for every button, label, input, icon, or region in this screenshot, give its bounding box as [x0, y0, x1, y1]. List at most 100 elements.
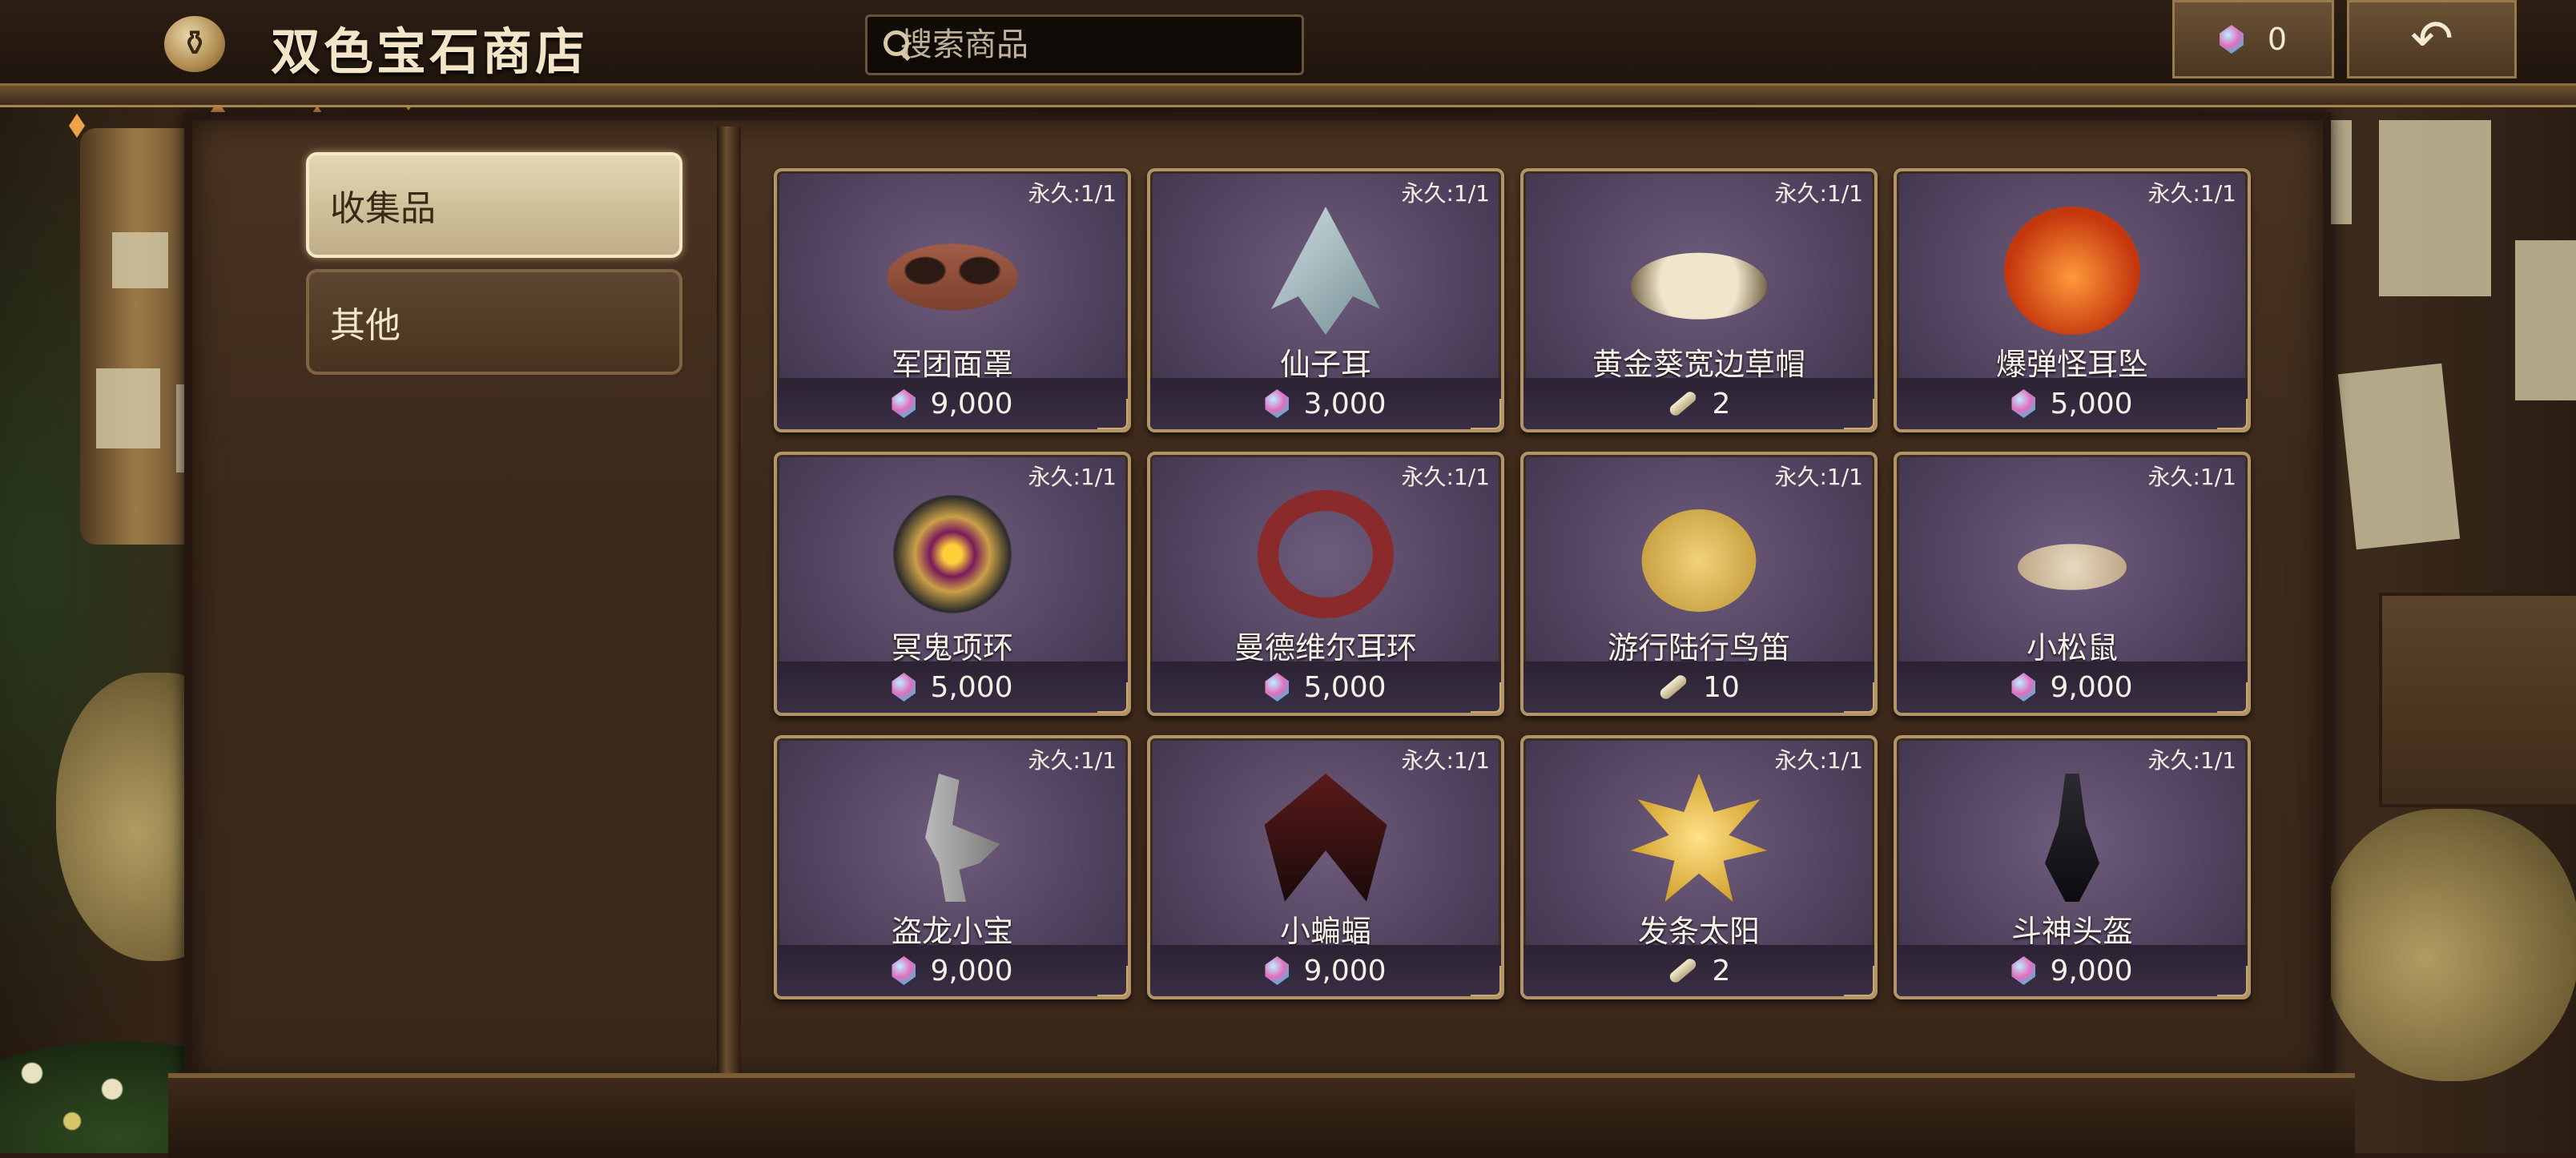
- item-name: 盗龙小宝: [891, 914, 1013, 949]
- shop-item-card[interactable]: 永久:1/1 斗神头盔 9,000: [1894, 735, 2251, 999]
- item-price: 10: [1523, 661, 1874, 713]
- item-price: 2: [1523, 945, 1874, 996]
- price-value: 2: [1712, 387, 1731, 420]
- item-grid: 永久:1/1 军团面罩 9,000 永久:1/1 仙子耳 3,000 永久:1/…: [774, 168, 2256, 1001]
- purchase-limit: 永久:1/1: [1028, 747, 1117, 774]
- purchase-limit: 永久:1/1: [1401, 180, 1491, 207]
- currency-wallet[interactable]: 0: [2172, 0, 2334, 78]
- bird-whistle-icon: [1641, 509, 1757, 612]
- mouse-icon: [2018, 544, 2127, 590]
- mask-icon: [887, 243, 1018, 311]
- gem-icon: [1265, 956, 1290, 985]
- scroll-icon: [1667, 389, 1698, 418]
- item-name: 曼德维尔耳环: [1234, 630, 1417, 665]
- collar-icon: [884, 490, 1020, 618]
- gem-icon: [2219, 25, 2244, 54]
- item-name: 冥鬼项环: [891, 630, 1013, 665]
- price-value: 5,000: [2050, 387, 2133, 420]
- tab-label: 收集品: [330, 188, 436, 229]
- gem-icon: [892, 956, 916, 985]
- gem-icon: [892, 673, 916, 702]
- item-price: 9,000: [777, 945, 1128, 996]
- bomb-earring-icon: [2004, 207, 2140, 335]
- return-arrow-icon: ↶: [2410, 10, 2453, 69]
- item-name: 小松鼠: [2026, 630, 2118, 665]
- item-name: 斗神头盔: [2010, 914, 2133, 949]
- price-value: 9,000: [2050, 954, 2133, 987]
- burlap-sack: [2323, 809, 2576, 1081]
- page-title: 双色宝石商店: [271, 22, 589, 81]
- shop-item-card[interactable]: 永久:1/1 爆弹怪耳坠 5,000: [1894, 168, 2251, 432]
- shop-item-card[interactable]: 永久:1/1 发条太阳 2: [1520, 735, 1878, 999]
- fairy-ear-icon: [1271, 207, 1380, 335]
- search-bar[interactable]: [865, 14, 1304, 75]
- scroll-icon: [1667, 956, 1698, 985]
- purchase-limit: 永久:1/1: [1774, 464, 1864, 490]
- shop-item-card[interactable]: 永久:1/1 盗龙小宝 9,000: [774, 735, 1131, 999]
- item-price: 9,000: [777, 378, 1128, 429]
- item-price: 2: [1523, 378, 1874, 429]
- item-price: 9,000: [1897, 661, 2248, 713]
- item-price: 5,000: [1150, 661, 1501, 713]
- item-name: 小蝙蝠: [1279, 914, 1371, 949]
- poster: [2515, 240, 2576, 400]
- purchase-limit: 永久:1/1: [1028, 180, 1117, 207]
- purchase-limit: 永久:1/1: [1401, 464, 1491, 490]
- purchase-limit: 永久:1/1: [2147, 747, 2237, 774]
- shop-bag-icon: ⚱: [164, 16, 225, 72]
- sun-icon: [1631, 774, 1767, 902]
- price-value: 3,000: [1303, 387, 1387, 420]
- item-price: 9,000: [1150, 945, 1501, 996]
- item-name: 发条太阳: [1637, 914, 1760, 949]
- item-name: 黄金葵宽边草帽: [1592, 347, 1805, 382]
- item-price: 5,000: [777, 661, 1128, 713]
- shop-item-card[interactable]: 永久:1/1 军团面罩 9,000: [774, 168, 1131, 432]
- shop-item-card[interactable]: 永久:1/1 小蝙蝠 9,000: [1147, 735, 1504, 999]
- gem-icon: [1265, 673, 1290, 702]
- gem-icon: [892, 389, 916, 418]
- shop-item-card[interactable]: 永久:1/1 冥鬼项环 5,000: [774, 452, 1131, 716]
- price-value: 9,000: [930, 387, 1013, 420]
- shop-item-card[interactable]: 永久:1/1 仙子耳 3,000: [1147, 168, 1504, 432]
- gem-icon: [1265, 389, 1290, 418]
- search-icon: [882, 29, 909, 61]
- item-price: 5,000: [1897, 378, 2248, 429]
- purchase-limit: 永久:1/1: [1401, 747, 1491, 774]
- gem-icon: [2011, 389, 2036, 418]
- helmet-icon: [2045, 774, 2099, 902]
- tab-collectibles[interactable]: 收集品: [306, 152, 682, 258]
- bottom-rail: [168, 1073, 2355, 1158]
- gem-icon: [2011, 673, 2036, 702]
- item-name: 爆弹怪耳坠: [1995, 347, 2148, 382]
- shop-item-card[interactable]: 永久:1/1 黄金葵宽边草帽 2: [1520, 168, 1878, 432]
- purchase-limit: 永久:1/1: [2147, 180, 2237, 207]
- search-input[interactable]: [899, 20, 1302, 70]
- bat-icon: [1264, 774, 1387, 902]
- panel-divider: [717, 127, 741, 1080]
- earring-icon: [1258, 490, 1394, 618]
- price-value: 5,000: [930, 670, 1013, 704]
- purchase-limit: 永久:1/1: [1774, 180, 1864, 207]
- raptor-icon: [925, 774, 1000, 902]
- item-name: 游行陆行鸟笛: [1607, 630, 1790, 665]
- shop-item-card[interactable]: 永久:1/1 游行陆行鸟笛 10: [1520, 452, 1878, 716]
- gem-icon: [2011, 956, 2036, 985]
- purchase-limit: 永久:1/1: [2147, 464, 2237, 490]
- poster: [2379, 120, 2491, 296]
- back-button[interactable]: ↶: [2347, 0, 2517, 78]
- price-value: 5,000: [1303, 670, 1387, 704]
- item-name: 军团面罩: [891, 347, 1013, 382]
- poster: [2337, 363, 2461, 550]
- scroll-icon: [1658, 673, 1689, 702]
- purchase-limit: 永久:1/1: [1774, 747, 1864, 774]
- item-price: 3,000: [1150, 378, 1501, 429]
- price-value: 9,000: [1303, 954, 1387, 987]
- price-value: 9,000: [2050, 670, 2133, 704]
- tab-label: 其他: [330, 305, 400, 346]
- shop-item-card[interactable]: 永久:1/1 曼德维尔耳环 5,000: [1147, 452, 1504, 716]
- shop-item-card[interactable]: 永久:1/1 小松鼠 9,000: [1894, 452, 2251, 716]
- tab-others[interactable]: 其他: [306, 269, 682, 375]
- price-value: 10: [1703, 670, 1740, 704]
- item-price: 9,000: [1897, 945, 2248, 996]
- straw-hat-icon: [1631, 252, 1767, 320]
